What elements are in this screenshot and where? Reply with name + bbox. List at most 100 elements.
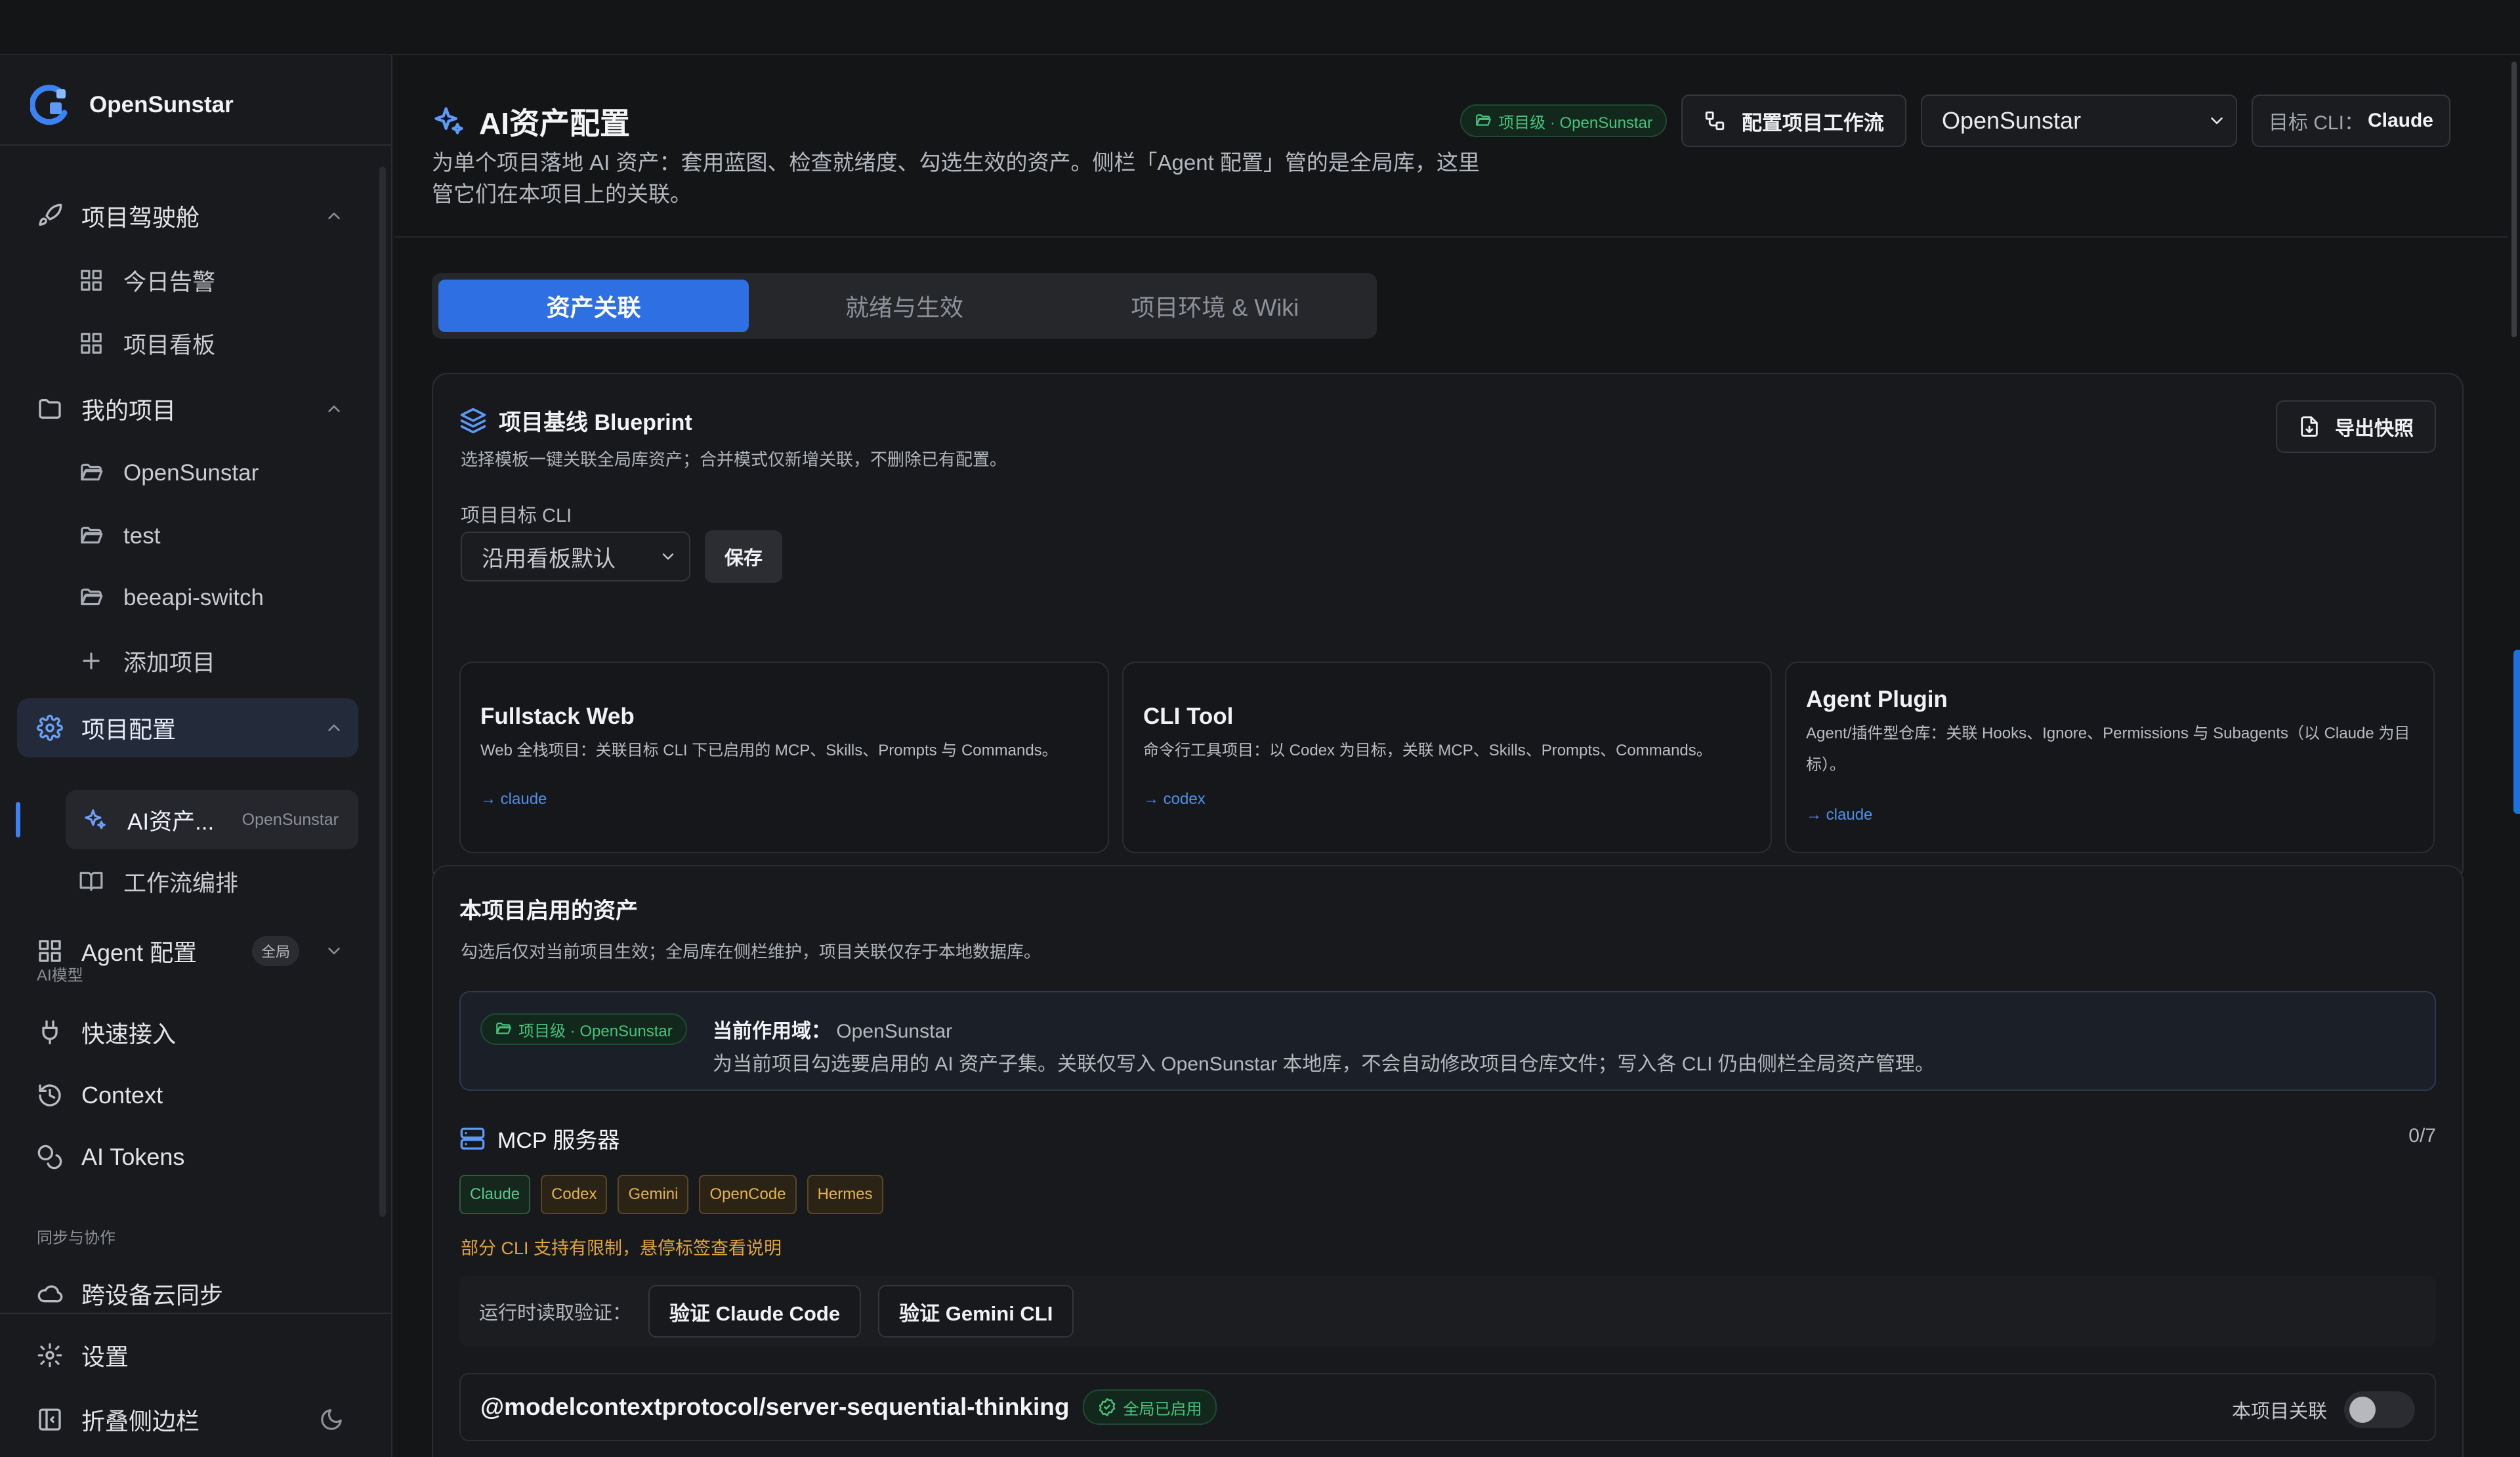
template-link[interactable]: → claude xyxy=(480,790,547,809)
layers-icon xyxy=(460,408,486,433)
plug-icon xyxy=(42,1020,58,1045)
sidebar-divider xyxy=(0,144,391,146)
folder-open-icon xyxy=(496,1023,511,1034)
mcp-count: 0/7 xyxy=(2408,1125,2436,1147)
template-name: CLI Tool xyxy=(1143,704,1234,729)
cli-tag-codex[interactable]: Codex xyxy=(541,1175,608,1214)
nav-item-label: beeapi-switch xyxy=(123,585,264,610)
page-title: AI资产配置 xyxy=(479,106,630,140)
rocket-icon xyxy=(39,203,62,226)
save-button[interactable]: 保存 xyxy=(705,530,782,583)
tab-env-wiki[interactable]: 项目环境 & Wiki xyxy=(1060,280,1370,332)
template-link[interactable]: → claude xyxy=(1806,806,1872,824)
tab-asset-links[interactable]: 资产关联 xyxy=(438,280,749,332)
moon-icon[interactable] xyxy=(319,1407,344,1432)
template-desc: Agent/插件型仓库：关联 Hooks、Ignore、Permissions … xyxy=(1806,725,2410,774)
nav-item-board[interactable]: 项目看板 xyxy=(79,314,358,373)
nav-item-workflow[interactable]: 工作流编排 xyxy=(79,852,358,911)
cli-tag-hermes[interactable]: Hermes xyxy=(807,1175,883,1214)
nav-item-ai-assets[interactable]: AI资产... OpenSunstar xyxy=(66,790,358,849)
configure-workflow-label: 配置项目工作流 xyxy=(1741,111,1884,135)
scope-badge-label: 项目级 · OpenSunstar xyxy=(518,1022,673,1040)
export-snapshot-label: 导出快照 xyxy=(2335,418,2414,440)
nav-item-label: 设置 xyxy=(81,1343,129,1370)
collapse-sidebar-button[interactable]: 折叠侧边栏 xyxy=(17,1390,358,1449)
template-desc: 命令行工具项目：以 Codex 为目标，关联 MCP、Skills、Prompt… xyxy=(1143,742,1712,759)
sparkles-icon xyxy=(434,107,463,135)
scope-title-value: OpenSunstar xyxy=(836,1021,953,1042)
cli-tag-gemini[interactable]: Gemini xyxy=(618,1175,689,1214)
nav-item-project-beeapi[interactable]: beeapi-switch xyxy=(79,568,358,627)
folder-open-icon xyxy=(81,588,103,606)
project-cli-select[interactable]: 沿用看板默认 xyxy=(461,532,690,581)
enabled-assets-title: 本项目启用的资产 xyxy=(459,898,638,923)
verify-claude-code-button[interactable]: 验证 Claude Code xyxy=(648,1285,862,1338)
page-description: 为单个项目落地 AI 资产：套用蓝图、检查就绪度、勾选生效的资产。侧栏「Agen… xyxy=(432,150,1480,206)
template-name: Fullstack Web xyxy=(480,704,635,729)
template-desc: Web 全栈项目：关联目标 CLI 下已启用的 MCP、Skills、Promp… xyxy=(480,742,1058,759)
nav-item-project-opensunstar[interactable]: OpenSunstar xyxy=(79,444,358,503)
verify-gemini-cli-button[interactable]: 验证 Gemini CLI xyxy=(878,1285,1074,1338)
mcp-server-row: @modelcontextprotocol/server-sequential-… xyxy=(459,1373,2436,1441)
blueprint-title: 项目基线 Blueprint xyxy=(459,404,692,436)
gear-icon xyxy=(37,715,63,741)
tab-readiness[interactable]: 就绪与生效 xyxy=(749,280,1059,332)
main-content: AI资产配置 为单个项目落地 AI 资产：套用蓝图、检查就绪度、勾选生效的资产。… xyxy=(394,55,2508,1457)
nav-item-quick-access[interactable]: 快速接入 xyxy=(17,1003,358,1062)
project-link-toggle[interactable] xyxy=(2344,1391,2415,1428)
settings-button[interactable]: 设置 xyxy=(17,1326,358,1385)
nav-group-projects[interactable]: 我的项目 xyxy=(17,379,358,438)
nav-group-project-config[interactable]: 项目配置 xyxy=(17,698,358,757)
template-link[interactable]: → codex xyxy=(1143,790,1206,809)
nav-group-cockpit[interactable]: 项目驾驶舱 xyxy=(17,186,358,245)
scope-badge: 项目级 · OpenSunstar xyxy=(480,1013,687,1045)
sidebar-scrollbar[interactable] xyxy=(379,167,386,1217)
template-card-cli-tool[interactable]: CLI Tool 命令行工具项目：以 Codex 为目标，关联 MCP、Skil… xyxy=(1122,662,1772,853)
target-cli-indicator: 目标 CLI： Claude xyxy=(2251,95,2450,147)
project-link-toggle-group: 本项目关联 xyxy=(2232,1391,2415,1428)
mcp-server-name: @modelcontextprotocol/server-sequential-… xyxy=(480,1393,1070,1420)
nav-item-label: 今日告警 xyxy=(123,269,216,295)
coins-icon xyxy=(37,1145,62,1170)
scope-badge-label: 项目级 · OpenSunstar xyxy=(1498,114,1652,132)
project-cli-label: 项目目标 CLI xyxy=(461,505,572,526)
toggle-knob xyxy=(2349,1397,2376,1423)
template-card-agent-plugin[interactable]: Agent Plugin Agent/插件型仓库：关联 Hooks、Ignore… xyxy=(1785,662,2435,853)
brand[interactable]: OpenSunstar xyxy=(30,84,234,126)
grid-icon xyxy=(39,940,61,962)
project-select[interactable]: OpenSunstar xyxy=(1920,95,2237,147)
app-logo-icon xyxy=(30,85,68,125)
configure-workflow-button[interactable]: 配置项目工作流 xyxy=(1681,95,1906,147)
edge-drawer-handle[interactable] xyxy=(2513,650,2520,814)
mcp-section-title-text: MCP 服务器 xyxy=(497,1128,620,1153)
badge-check-icon xyxy=(1099,1398,1115,1416)
sidebar-collapse-icon xyxy=(39,1408,61,1431)
nav-item-cloud-sync[interactable]: 跨设备云同步 xyxy=(17,1264,358,1323)
nav-item-project-tag: OpenSunstar xyxy=(242,810,339,829)
cli-tag-opencode[interactable]: OpenCode xyxy=(699,1175,797,1214)
section-label-sync: 同步与协作 xyxy=(37,1229,116,1247)
export-snapshot-button[interactable]: 导出快照 xyxy=(2276,400,2436,453)
cli-tag-claude[interactable]: Claude xyxy=(459,1175,531,1214)
page-header: AI资产配置 xyxy=(432,100,630,143)
add-project-button[interactable]: 添加项目 xyxy=(79,631,358,690)
runtime-verify-row: 运行时读取验证： 验证 Claude Code 验证 Gemini CLI xyxy=(459,1276,2436,1347)
server-icon xyxy=(460,1127,485,1150)
nav-item-ai-tokens[interactable]: AI Tokens xyxy=(17,1128,358,1187)
folder-open-icon xyxy=(81,526,103,544)
chevron-up-icon xyxy=(328,725,340,731)
nav-item-project-test[interactable]: test xyxy=(79,507,358,566)
nav-item-context[interactable]: Context xyxy=(17,1066,358,1125)
header-actions: 项目级 · OpenSunstar 配置项目工作流 OpenSunstar 目标… xyxy=(1460,95,2450,147)
global-badge: 全局 xyxy=(251,936,299,966)
main-scrollbar-thumb[interactable] xyxy=(2511,62,2517,337)
nav-item-alerts[interactable]: 今日告警 xyxy=(79,251,358,310)
template-card-fullstack-web[interactable]: Fullstack Web Web 全栈项目：关联目标 CLI 下已启用的 MC… xyxy=(459,662,1109,853)
folder-open-icon xyxy=(1476,114,1492,126)
nav-item-label: 添加项目 xyxy=(123,650,216,676)
app-name: OpenSunstar xyxy=(89,92,234,117)
scope-description: 为当前项目勾选要启用的 AI 资产子集。关联仅写入 OpenSunstar 本地… xyxy=(713,1053,1935,1075)
target-cli-value: Claude xyxy=(2367,110,2433,131)
blueprint-subtitle: 选择模板一键关联全局库资产；合并模式仅新增关联，不删除已有配置。 xyxy=(461,450,1007,469)
nav-item-label: 折叠侧边栏 xyxy=(81,1408,200,1435)
